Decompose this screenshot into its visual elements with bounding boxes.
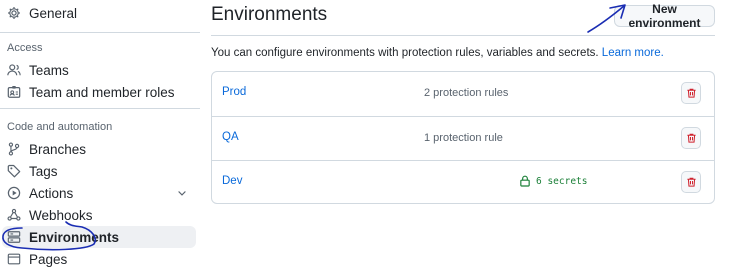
tag-icon (6, 163, 22, 179)
protection-rules-text: 2 protection rules (424, 87, 509, 99)
play-icon (6, 185, 22, 201)
git-branch-icon (6, 141, 22, 157)
sidebar-divider (0, 108, 200, 109)
lock-icon (520, 175, 530, 187)
browser-icon (6, 251, 22, 267)
sidebar-item-webhooks[interactable]: Webhooks (2, 204, 196, 226)
sidebar-item-tags[interactable]: Tags (2, 160, 196, 182)
person-icon (6, 62, 22, 78)
sidebar-item-label: Pages (29, 251, 68, 267)
environment-name-link[interactable]: Dev (222, 175, 242, 187)
environment-name-link[interactable]: Prod (222, 86, 246, 98)
sidebar-item-label: General (29, 5, 78, 21)
page-description: You can configure environments with prot… (211, 47, 664, 59)
sidebar-section-code-automation: Code and automation (7, 121, 113, 133)
id-badge-icon (6, 84, 22, 100)
trash-icon (686, 87, 697, 99)
environment-name-link[interactable]: QA (222, 131, 239, 143)
sidebar-item-label: Actions (29, 185, 74, 201)
environment-row: Dev 6 secrets (212, 160, 714, 204)
trash-icon (686, 132, 697, 144)
learn-more-link[interactable]: Learn more. (602, 47, 664, 59)
environments-list: Prod 2 protection rules QA 1 protection … (211, 71, 715, 204)
sidebar-item-general[interactable]: General (2, 2, 196, 24)
secrets-count: 6 secrets (520, 175, 587, 187)
delete-environment-button[interactable] (681, 82, 701, 104)
sidebar-item-teams[interactable]: Teams (2, 59, 196, 81)
sidebar-item-label: Tags (29, 163, 58, 179)
description-text: You can configure environments with prot… (211, 47, 599, 59)
new-environment-button[interactable]: New environment (614, 2, 715, 30)
trash-icon (686, 176, 697, 188)
page-title: Environments (211, 4, 328, 25)
webhook-icon (6, 207, 22, 223)
sidebar-item-label: Environments (29, 229, 120, 245)
sidebar-item-label: Branches (29, 141, 87, 157)
sidebar-item-label: Teams (29, 62, 69, 78)
secrets-text: 6 secrets (536, 175, 588, 187)
sidebar-item-pages[interactable]: Pages (2, 248, 196, 270)
sidebar-section-access: Access (7, 42, 43, 54)
sidebar-item-environments[interactable]: Environments (2, 226, 196, 248)
chevron-down-icon[interactable] (176, 187, 188, 202)
sidebar-item-actions[interactable]: Actions (2, 182, 196, 204)
server-icon (6, 229, 22, 245)
gear-icon (6, 5, 22, 21)
environment-row: Prod 2 protection rules (212, 72, 714, 116)
delete-environment-button[interactable] (681, 171, 701, 193)
sidebar-item-branches[interactable]: Branches (2, 138, 196, 160)
sidebar-item-team-roles[interactable]: Team and member roles (2, 81, 196, 103)
sidebar-divider (0, 32, 200, 33)
environment-row: QA 1 protection rule (212, 116, 714, 160)
delete-environment-button[interactable] (681, 127, 701, 149)
settings-sidebar: General Access Teams Team and member rol… (0, 0, 200, 273)
sidebar-item-label: Webhooks (29, 207, 93, 223)
protection-rules-text: 1 protection rule (424, 132, 503, 144)
sidebar-item-label: Team and member roles (29, 84, 175, 100)
title-divider (211, 35, 715, 36)
